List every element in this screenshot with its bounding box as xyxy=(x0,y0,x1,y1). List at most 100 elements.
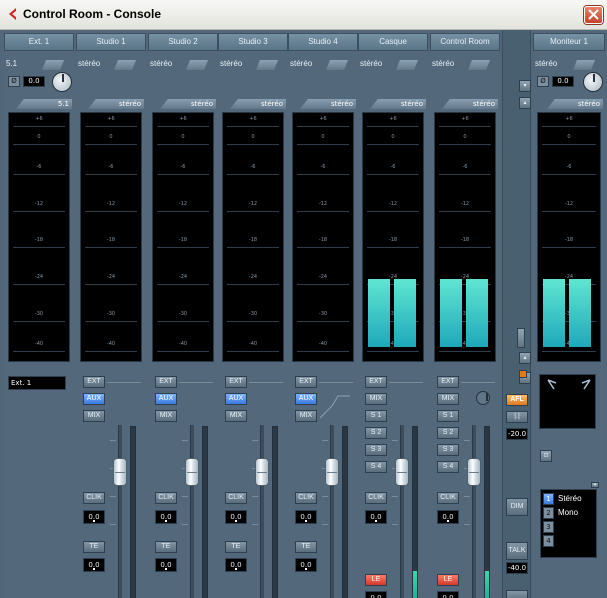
click-button[interactable]: CLIK xyxy=(83,492,105,504)
click-level-readout[interactable]: 0.0 xyxy=(225,510,247,524)
click-level-readout[interactable]: 0.0 xyxy=(437,510,459,524)
meter-scale-label: -40 xyxy=(318,341,328,347)
extra-button[interactable] xyxy=(506,590,528,598)
phase-button[interactable]: Ø xyxy=(537,76,549,87)
meter-gridline xyxy=(297,321,349,322)
surround-panner[interactable] xyxy=(539,374,596,429)
volume-fader[interactable] xyxy=(325,458,339,486)
volume-fader[interactable] xyxy=(467,458,481,486)
channel-name-header[interactable]: Studio 3 xyxy=(218,33,288,51)
source-button-ext[interactable]: EXT xyxy=(365,376,387,388)
source-button-s1[interactable]: S 1 xyxy=(437,410,459,422)
source-button-s2[interactable]: S 2 xyxy=(365,427,387,439)
ext1-name-field[interactable]: Ext. 1 xyxy=(8,376,66,390)
source-button-mix[interactable]: MIX xyxy=(437,393,459,405)
talkback-enable-button[interactable]: TE xyxy=(295,541,317,553)
speaker-configuration-item[interactable]: 2 Mono xyxy=(543,507,596,519)
dim-button[interactable]: DIM xyxy=(506,498,528,516)
channel-name-header[interactable]: Studio 1 xyxy=(76,33,146,51)
source-button-aux[interactable]: AUX xyxy=(295,393,317,405)
source-button-ext[interactable]: EXT xyxy=(155,376,177,388)
speaker-number-button[interactable]: 3 xyxy=(543,521,554,533)
speaker-number-button[interactable]: 4 xyxy=(543,535,554,547)
source-button-mix[interactable]: MIX xyxy=(365,393,387,405)
source-button-aux[interactable]: AUX xyxy=(155,393,177,405)
source-button-mix[interactable]: MIX xyxy=(225,410,247,422)
click-level-readout[interactable]: 0.0 xyxy=(295,510,317,524)
channel-name-header[interactable]: Studio 2 xyxy=(148,33,218,51)
channel-name-header[interactable]: Ext. 1 xyxy=(4,33,74,51)
channel-name-header[interactable]: Casque xyxy=(358,33,428,51)
speaker-list-scroll-button[interactable]: ▾ xyxy=(591,482,599,488)
talkback-enable-button[interactable]: TE xyxy=(155,541,177,553)
talk-button[interactable]: TALK xyxy=(506,542,528,560)
speaker-number-button[interactable]: 2 xyxy=(543,507,554,519)
phase-button[interactable]: Ø xyxy=(8,76,20,87)
volume-fader[interactable] xyxy=(395,458,409,486)
source-button-aux[interactable]: AUX xyxy=(225,393,247,405)
talkback-enable-button[interactable]: TE xyxy=(83,541,105,553)
click-button[interactable]: CLIK xyxy=(225,492,247,504)
click-button[interactable]: CLIK xyxy=(295,492,317,504)
speaker-number-button[interactable]: 1 xyxy=(543,493,554,505)
source-button-s4[interactable]: S 4 xyxy=(437,461,459,473)
level-meter: +60-6-12-18-24-30-40 xyxy=(362,112,424,362)
close-button[interactable] xyxy=(584,6,603,24)
afl-mode-button[interactable]: |.| xyxy=(506,411,528,423)
listen-level-readout[interactable]: 0.0 xyxy=(365,591,387,598)
click-button[interactable]: CLIK xyxy=(437,492,459,504)
click-level-readout[interactable]: 0.0 xyxy=(365,510,387,524)
source-button-s1[interactable]: S 1 xyxy=(365,410,387,422)
speaker-configuration-item[interactable]: 3 xyxy=(543,521,596,533)
talk-level-readout[interactable]: -40.0 xyxy=(506,562,528,574)
source-button-s2[interactable]: S 2 xyxy=(437,427,459,439)
speaker-configuration-item[interactable]: 4 xyxy=(543,535,596,547)
volume-fader[interactable] xyxy=(185,458,199,486)
channel-name-header[interactable]: Studio 4 xyxy=(288,33,358,51)
source-button-ext[interactable]: EXT xyxy=(295,376,317,388)
scroll-down-button[interactable]: ▾ xyxy=(519,80,531,92)
play-button[interactable] xyxy=(476,391,490,405)
listen-enable-button[interactable]: LE xyxy=(437,574,459,586)
click-level-readout[interactable]: 0.0 xyxy=(83,510,105,524)
volume-fader[interactable] xyxy=(255,458,269,486)
source-button-s3[interactable]: S 3 xyxy=(365,444,387,456)
afl-button[interactable]: AFL xyxy=(506,394,528,406)
click-button[interactable]: CLIK xyxy=(365,492,387,504)
talkback-level-readout[interactable]: 0.0 xyxy=(225,558,247,572)
source-button-mix[interactable]: MIX xyxy=(83,410,105,422)
source-button-mix[interactable]: MIX xyxy=(295,410,317,422)
level-meter: +60-6-12-18-24-30-40 xyxy=(537,112,601,362)
volume-knob[interactable] xyxy=(52,72,72,92)
click-level-readout[interactable]: 0.0 xyxy=(155,510,177,524)
panel-toggle-button[interactable] xyxy=(519,370,527,378)
source-button-mix[interactable]: MIX xyxy=(155,410,177,422)
listen-enable-button[interactable]: LE xyxy=(365,574,387,586)
talkback-enable-button[interactable]: TE xyxy=(225,541,247,553)
scroll-up-button[interactable]: ▴ xyxy=(519,97,531,109)
scroll-handle[interactable] xyxy=(517,328,525,348)
source-button-aux[interactable]: AUX xyxy=(83,393,105,405)
speaker-configuration-list[interactable]: 1 Stéréo 2 Mono 3 4 xyxy=(540,489,597,558)
speaker-configuration-item[interactable]: 1 Stéréo xyxy=(543,493,596,505)
afl-level-readout[interactable]: -20.0 xyxy=(506,428,528,440)
volume-readout[interactable]: 0.0 xyxy=(23,76,45,87)
channel-name-header[interactable]: Moniteur 1 xyxy=(533,33,605,51)
listen-level-readout[interactable]: 0.0 xyxy=(437,591,459,598)
source-button-ext[interactable]: EXT xyxy=(225,376,247,388)
talkback-level-readout[interactable]: 0.0 xyxy=(295,558,317,572)
source-button-s4[interactable]: S 4 xyxy=(365,461,387,473)
source-button-ext[interactable]: EXT xyxy=(83,376,105,388)
scroll-up-button[interactable]: ▴ xyxy=(519,352,531,364)
panner-reset-button[interactable]: ⊡ xyxy=(540,450,552,462)
source-button-s3[interactable]: S 3 xyxy=(437,444,459,456)
source-button-ext[interactable]: EXT xyxy=(437,376,459,388)
talkback-level-readout[interactable]: 0.0 xyxy=(155,558,177,572)
click-button[interactable]: CLIK xyxy=(155,492,177,504)
volume-fader[interactable] xyxy=(113,458,127,486)
volume-readout[interactable]: 0.0 xyxy=(552,76,574,87)
talkback-level-readout[interactable]: 0.0 xyxy=(83,558,105,572)
meter-scale-label: -40 xyxy=(248,341,258,347)
channel-name-header[interactable]: Control Room xyxy=(430,33,500,51)
volume-knob[interactable] xyxy=(583,72,603,92)
